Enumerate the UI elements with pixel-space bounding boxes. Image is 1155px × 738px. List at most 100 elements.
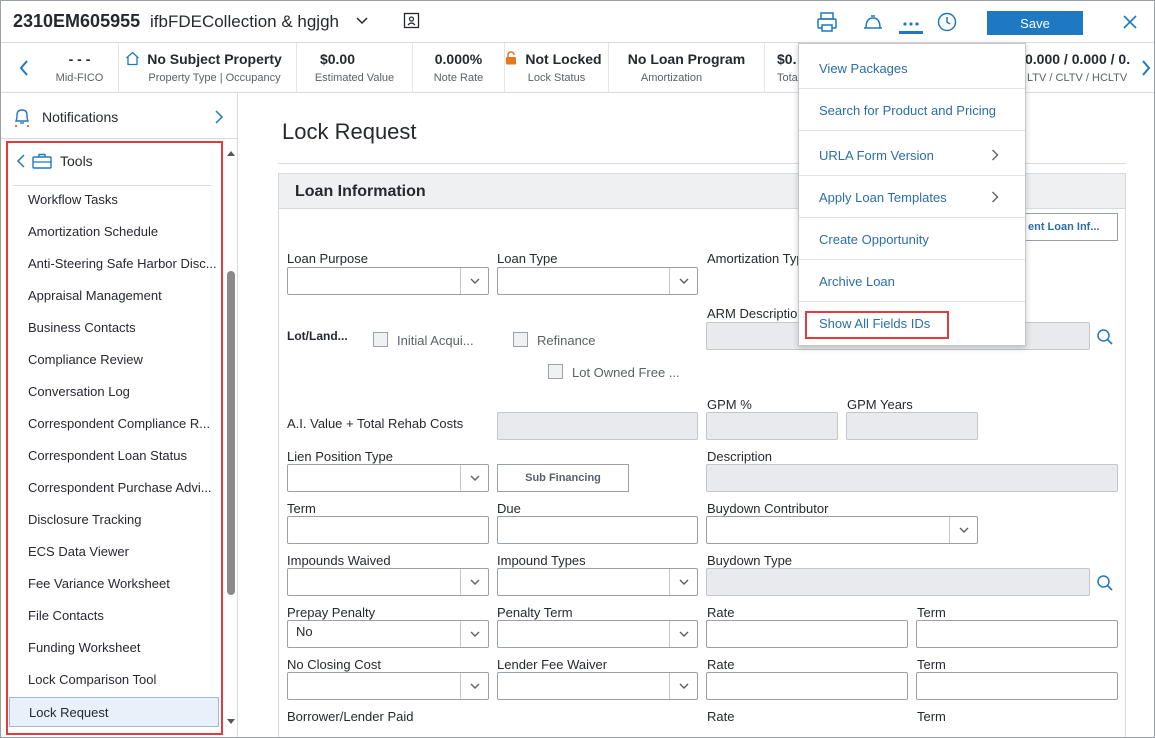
sidebar-tool-item[interactable]: Business Contacts: [9, 313, 219, 343]
penalty-term-select[interactable]: [497, 620, 698, 648]
sidebar-tool-item[interactable]: File Contacts: [9, 601, 219, 631]
menu-item-archive-loan[interactable]: Archive Loan: [799, 261, 1025, 302]
buydown-contributor-select[interactable]: [706, 516, 978, 544]
due-label: Due: [497, 501, 521, 516]
lot-land-label: Lot/Land...: [287, 329, 348, 343]
menu-item-urla-form-version[interactable]: URLA Form Version: [799, 135, 1025, 176]
close-icon[interactable]: [1121, 13, 1139, 31]
no-closing-cost-select[interactable]: [287, 672, 489, 700]
buydown-type-label: Buydown Type: [707, 553, 793, 568]
loan-type-label: Loan Type: [497, 251, 558, 266]
rate-field[interactable]: [706, 620, 908, 648]
initial-acquisition-checkbox[interactable]: [373, 332, 388, 347]
notifications-panel-toggle[interactable]: Notifications: [1, 93, 237, 139]
rate-label-3: Rate: [707, 709, 735, 724]
lot-owned-free-label: Lot Owned Free ...: [572, 365, 680, 380]
chevron-left-icon[interactable]: [16, 154, 26, 168]
search-icon[interactable]: [1096, 574, 1114, 592]
sidebar-tool-item[interactable]: Correspondent Loan Status: [9, 441, 219, 471]
buydown-type-field[interactable]: [706, 568, 1090, 596]
sidebar-tool-item[interactable]: Workflow Tasks: [9, 185, 219, 215]
chevron-down-icon: [460, 268, 488, 294]
loan-folder[interactable]: ifbFDECollection & hgjgh: [150, 12, 339, 32]
show-fields-highlight-box: [805, 311, 949, 339]
chevron-down-icon: [460, 465, 488, 491]
gpm-percent-field[interactable]: [706, 412, 838, 440]
sidebar-tool-item[interactable]: Appraisal Management: [9, 281, 219, 311]
sidebar-tool-item[interactable]: Correspondent Compliance R...: [9, 409, 219, 439]
rate-field-2[interactable]: [706, 672, 908, 700]
refinance-checkbox[interactable]: [513, 332, 528, 347]
term-field-3[interactable]: [916, 672, 1118, 700]
menu-item-apply-loan-templates[interactable]: Apply Loan Templates: [799, 177, 1025, 218]
impounds-waived-select[interactable]: [287, 568, 489, 596]
current-loan-info-label: ent Loan Inf...: [1028, 221, 1100, 233]
arm-description-label: ARM Description: [707, 306, 805, 321]
chevron-down-icon: [460, 621, 488, 647]
chevron-down-icon: [669, 621, 697, 647]
ai-value-field[interactable]: [497, 412, 698, 440]
term-label-2: Term: [917, 605, 946, 620]
lender-fee-waiver-label: Lender Fee Waiver: [497, 657, 608, 672]
chevron-right-icon[interactable]: [1139, 58, 1153, 78]
impound-types-select[interactable]: [497, 568, 698, 596]
buydown-contributor-label: Buydown Contributor: [707, 501, 829, 516]
rate-label-2: Rate: [707, 657, 735, 672]
menu-item-create-opportunity[interactable]: Create Opportunity: [799, 219, 1025, 260]
sidebar-tool-item[interactable]: Conversation Log: [9, 377, 219, 407]
no-closing-cost-label: No Closing Cost: [287, 657, 381, 672]
penalty-term-label: Penalty Term: [497, 605, 573, 620]
gpm-years-label: GPM Years: [847, 397, 913, 412]
term-label-4: Term: [917, 709, 946, 724]
lender-fee-waiver-select[interactable]: [497, 672, 698, 700]
initial-acquisition-label: Initial Acqui...: [397, 333, 474, 348]
lien-position-type-select[interactable]: [287, 464, 489, 492]
sidebar-tool-item[interactable]: Funding Worksheet: [9, 633, 219, 663]
chevron-down-icon: [669, 268, 697, 294]
loan-type-select[interactable]: [497, 267, 698, 295]
menu-item-search-product-pricing[interactable]: Search for Product and Pricing: [799, 90, 1025, 131]
due-field[interactable]: [497, 516, 698, 544]
contact-card-icon[interactable]: [403, 12, 420, 29]
printer-icon[interactable]: [815, 10, 839, 34]
sub-financing-button[interactable]: Sub Financing: [497, 464, 629, 492]
description-field[interactable]: [706, 464, 1118, 492]
save-button[interactable]: Save: [987, 11, 1083, 35]
term-field-2[interactable]: [916, 620, 1118, 648]
service-bell-icon[interactable]: [861, 10, 885, 34]
gpm-years-field[interactable]: [846, 412, 978, 440]
chevron-left-icon[interactable]: [17, 58, 31, 78]
term-field[interactable]: [287, 516, 489, 544]
clock-history-icon[interactable]: [935, 10, 959, 34]
amortization-type-label: Amortization Typ: [707, 251, 804, 266]
sidebar-tool-item[interactable]: Amortization Schedule: [9, 217, 219, 247]
top-bar: 2310EM605955 ifbFDECollection & hgjgh Sa…: [1, 1, 1154, 43]
sidebar-tool-item[interactable]: Correspondent Purchase Advi...: [9, 473, 219, 503]
gpm-percent-label: GPM %: [707, 397, 752, 412]
impounds-waived-label: Impounds Waived: [287, 553, 391, 568]
sidebar-tool-item[interactable]: Compliance Review: [9, 345, 219, 375]
bell-icon: [14, 109, 30, 127]
section-title: Loan Information: [295, 183, 426, 200]
chevron-down-icon: [949, 517, 977, 543]
toolbox-icon: [32, 153, 52, 169]
chevron-down-icon: [669, 673, 697, 699]
sidebar-tool-item[interactable]: Lock Request: [9, 697, 219, 727]
chevron-down-icon[interactable]: [355, 13, 369, 27]
notifications-label: Notifications: [42, 109, 119, 125]
sidebar-tool-item[interactable]: Lock Comparison Tool: [9, 665, 219, 695]
term-label: Term: [287, 501, 316, 516]
sidebar-tool-item[interactable]: Anti-Steering Safe Harbor Disc...: [9, 249, 219, 279]
chevron-right-icon: [215, 110, 224, 124]
sidebar-tool-item[interactable]: Fee Variance Worksheet: [9, 569, 219, 599]
sidebar-tool-item[interactable]: ECS Data Viewer: [9, 537, 219, 567]
sidebar-scrollbar[interactable]: [226, 145, 236, 735]
menu-item-view-packages[interactable]: View Packages: [799, 48, 1025, 89]
refinance-label: Refinance: [537, 333, 596, 348]
lot-owned-free-checkbox[interactable]: [548, 364, 563, 379]
loan-purpose-select[interactable]: [287, 267, 489, 295]
summary-ltv: 0.000 / 0.000 / 0. LTV / CLTV / HCLTV: [1025, 51, 1131, 84]
sidebar-tool-item[interactable]: Disclosure Tracking: [9, 505, 219, 535]
prepay-penalty-select[interactable]: No: [287, 620, 489, 648]
search-icon[interactable]: [1096, 328, 1114, 346]
